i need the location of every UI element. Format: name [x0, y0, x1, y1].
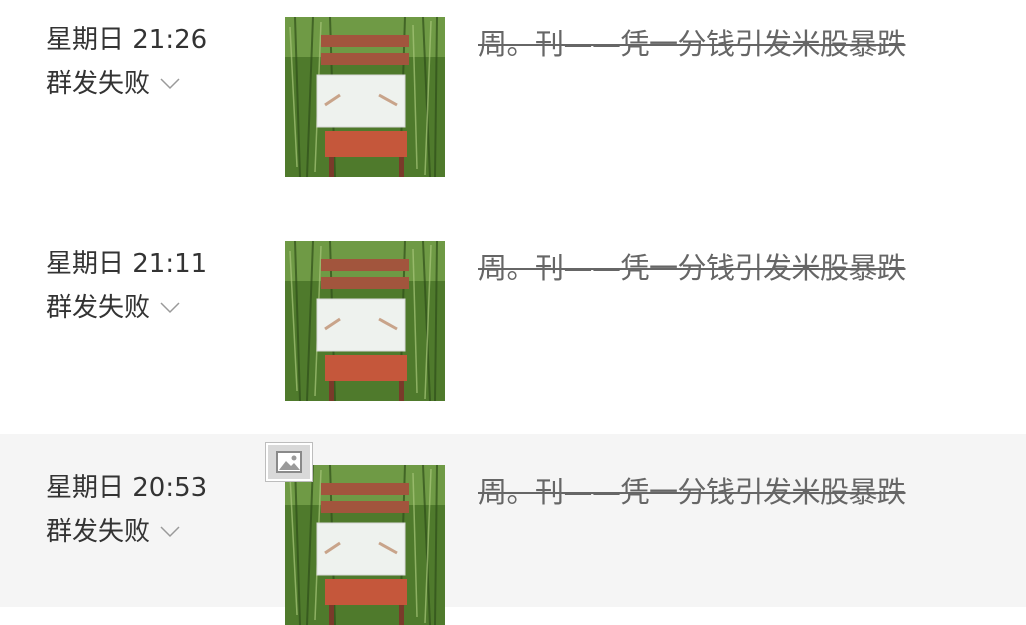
message-meta: 星期日 20:53 群发失败	[46, 472, 207, 548]
send-status-label: 群发失败	[46, 517, 151, 547]
message-row-hovered: 星期日 20:53 群发失败 周。刊——凭一分钱引发米股暴跌	[0, 434, 1026, 625]
send-status-dropdown[interactable]: 群发失败	[46, 292, 207, 324]
chair-photo	[285, 241, 445, 401]
article-thumbnail[interactable]	[285, 17, 445, 177]
article-title[interactable]: 周。刊——凭一分钱引发米股暴跌	[478, 472, 906, 512]
article-thumbnail[interactable]	[285, 465, 445, 625]
message-time: 星期日 20:53	[46, 473, 208, 503]
message-row: 星期日 21:11 群发失败 周。刊——凭一分钱引发米股暴跌	[0, 224, 1026, 430]
message-row: 星期日 21:26 群发失败 周。刊——凭一分钱引发米股暴跌	[0, 0, 1026, 206]
chevron-down-icon	[160, 78, 180, 90]
message-meta: 星期日 21:11 群发失败	[46, 248, 207, 324]
article-title[interactable]: 周。刊——凭一分钱引发米股暴跌	[478, 24, 906, 64]
message-time: 星期日 21:11	[46, 249, 208, 279]
chair-photo	[285, 465, 445, 625]
message-meta: 星期日 21:26 群发失败	[46, 24, 207, 100]
article-thumbnail[interactable]	[285, 241, 445, 401]
send-status-label: 群发失败	[46, 69, 151, 99]
image-icon[interactable]	[266, 443, 312, 481]
article-title[interactable]: 周。刊——凭一分钱引发米股暴跌	[478, 248, 906, 288]
chair-photo	[285, 17, 445, 177]
picture-glyph	[276, 451, 302, 473]
send-status-dropdown[interactable]: 群发失败	[46, 516, 207, 548]
message-time: 星期日 21:26	[46, 25, 208, 55]
send-status-label: 群发失败	[46, 293, 151, 323]
chevron-down-icon	[160, 302, 180, 314]
chevron-down-icon	[160, 526, 180, 538]
send-status-dropdown[interactable]: 群发失败	[46, 68, 207, 100]
